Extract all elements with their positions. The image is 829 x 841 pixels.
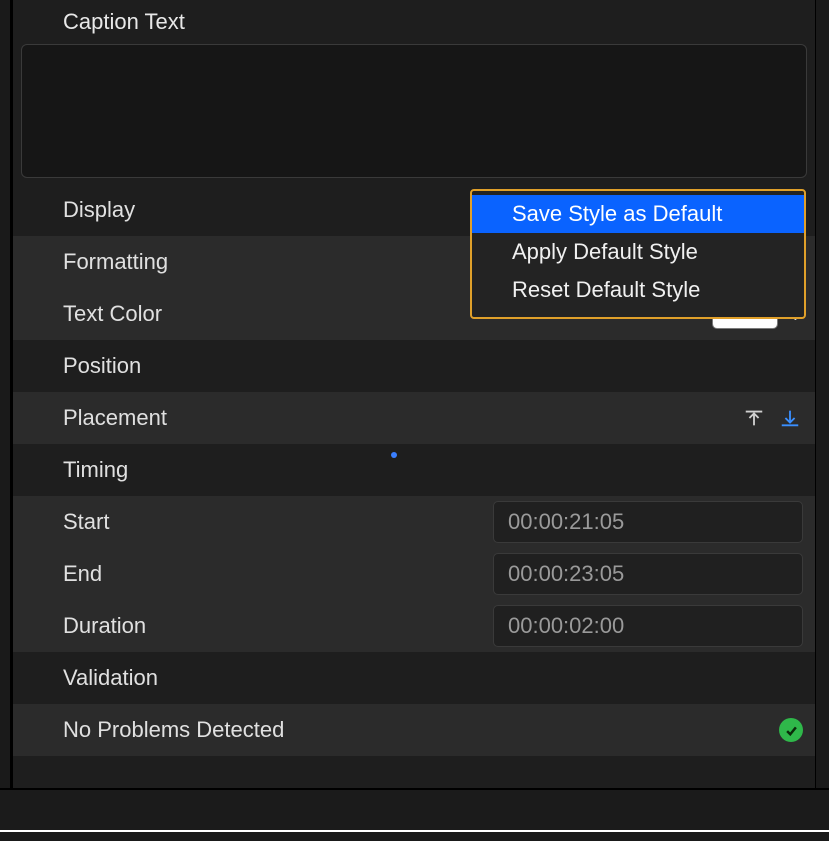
position-label: Position <box>63 353 141 379</box>
duration-time-value: 00:00:02:00 <box>508 613 624 639</box>
placement-bottom-icon[interactable] <box>777 405 803 431</box>
timing-indicator-dot-icon <box>391 452 397 458</box>
menu-item-label: Apply Default Style <box>512 239 698 265</box>
bottom-highlight-line <box>0 830 829 832</box>
validation-label: Validation <box>63 665 158 691</box>
display-label: Display <box>63 197 135 223</box>
end-time-input[interactable]: 00:00:23:05 <box>493 553 803 595</box>
caption-text-wrap <box>13 44 815 184</box>
placement-row: Placement <box>13 392 815 444</box>
menu-item-label: Reset Default Style <box>512 277 700 303</box>
caption-text-input[interactable] <box>21 44 807 178</box>
validation-ok-icon <box>779 718 803 742</box>
validation-status-row: No Problems Detected <box>13 704 815 756</box>
duration-time-input[interactable]: 00:00:02:00 <box>493 605 803 647</box>
timing-row: Timing <box>13 444 815 496</box>
formatting-label: Formatting <box>63 249 168 275</box>
menu-item-reset-default-style[interactable]: Reset Default Style <box>472 271 804 309</box>
inspector-panel: Caption Text Display Formatting Text Col… <box>10 0 816 788</box>
text-color-label: Text Color <box>63 301 162 327</box>
duration-row: Duration 00:00:02:00 <box>13 600 815 652</box>
caption-text-label: Caption Text <box>63 9 185 35</box>
footer-bar <box>0 790 829 830</box>
style-popup-menu: Save Style as Default Apply Default Styl… <box>470 189 806 319</box>
start-label: Start <box>63 509 109 535</box>
end-row: End 00:00:23:05 <box>13 548 815 600</box>
start-time-value: 00:00:21:05 <box>508 509 624 535</box>
duration-label: Duration <box>63 613 146 639</box>
start-row: Start 00:00:21:05 <box>13 496 815 548</box>
placement-label: Placement <box>63 405 167 431</box>
validation-row: Validation <box>13 652 815 704</box>
end-time-value: 00:00:23:05 <box>508 561 624 587</box>
placement-top-icon[interactable] <box>741 405 767 431</box>
menu-item-label: Save Style as Default <box>512 201 722 227</box>
end-label: End <box>63 561 102 587</box>
timing-label: Timing <box>63 457 128 483</box>
validation-status-text: No Problems Detected <box>63 717 284 743</box>
start-time-input[interactable]: 00:00:21:05 <box>493 501 803 543</box>
menu-item-save-style-default[interactable]: Save Style as Default <box>472 195 804 233</box>
caption-text-header: Caption Text <box>13 0 815 44</box>
menu-item-apply-default-style[interactable]: Apply Default Style <box>472 233 804 271</box>
position-row: Position <box>13 340 815 392</box>
